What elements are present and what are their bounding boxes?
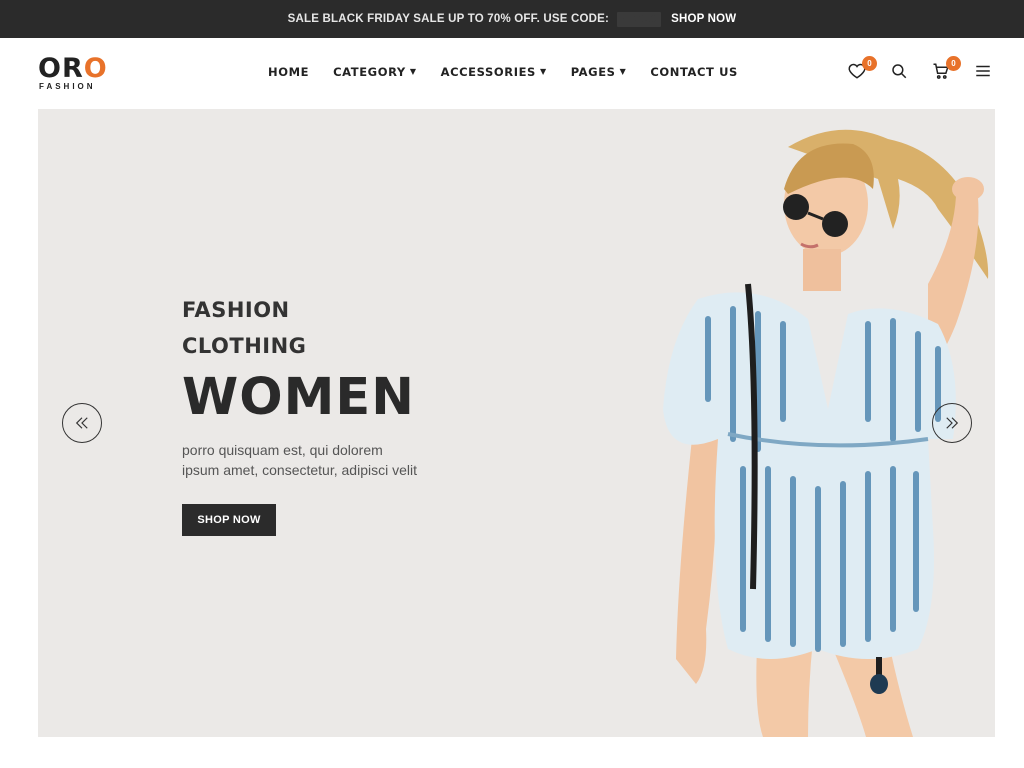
site-header: ORO FASHION HOME CATEGORY ▼ ACCESSORIES ▼ … — [0, 38, 1024, 109]
promo-shop-now-link[interactable]: SHOP NOW — [671, 13, 736, 25]
promo-text: SALE BLACK FRIDAY SALE UP TO 70% OFF. US… — [287, 13, 610, 25]
logo[interactable]: ORO FASHION — [38, 54, 118, 94]
nav-item-pages[interactable]: PAGES ▼ — [571, 65, 627, 79]
hero-subtitle-line2: CLOTHING — [182, 334, 307, 358]
hero-slider: FASHION CLOTHING WOMEN porro quisquam es… — [38, 109, 995, 737]
hero-content: FASHION CLOTHING WOMEN porro quisquam es… — [182, 292, 422, 536]
menu-button[interactable] — [974, 62, 994, 82]
nav-item-accessories[interactable]: ACCESSORIES ▼ — [441, 65, 547, 79]
slider-next-button[interactable] — [932, 403, 972, 443]
hero-shop-now-button[interactable]: SHOP NOW — [182, 504, 276, 536]
hero-description: porro quisquam est, qui dolorem ipsum am… — [182, 442, 417, 478]
chevron-down-icon: ▼ — [409, 66, 417, 76]
double-chevron-right-icon — [946, 417, 959, 429]
nav-item-contact-us[interactable]: CONTACT US — [650, 65, 738, 79]
promo-code: ORO50 — [617, 11, 662, 27]
hamburger-menu-icon — [976, 65, 990, 77]
double-chevron-left-icon — [75, 417, 88, 429]
wishlist-count-badge: 0 — [862, 56, 877, 71]
cart-button[interactable]: 0 — [932, 56, 961, 82]
hero-title: WOMEN — [182, 368, 415, 427]
cart-count-badge: 0 — [946, 56, 961, 71]
nav-item-home[interactable]: HOME — [268, 65, 309, 79]
chevron-down-icon: ▼ — [539, 66, 547, 76]
main-nav: HOME CATEGORY ▼ ACCESSORIES ▼ PAGES ▼ CONTA… — [268, 65, 762, 79]
wishlist-button[interactable]: 0 — [848, 56, 877, 82]
slider-prev-button[interactable] — [62, 403, 102, 443]
chevron-down-icon: ▼ — [619, 66, 627, 76]
nav-item-category[interactable]: CATEGORY ▼ — [333, 65, 416, 79]
search-button[interactable] — [890, 62, 910, 82]
hero-subtitle-line1: FASHION — [182, 298, 290, 322]
promo-bar: SALE BLACK FRIDAY SALE UP TO 70% OFF. US… — [0, 0, 1024, 38]
logo-mark: ORO — [38, 53, 108, 84]
header-icons: 0 0 — [826, 56, 994, 82]
search-icon — [892, 64, 907, 79]
